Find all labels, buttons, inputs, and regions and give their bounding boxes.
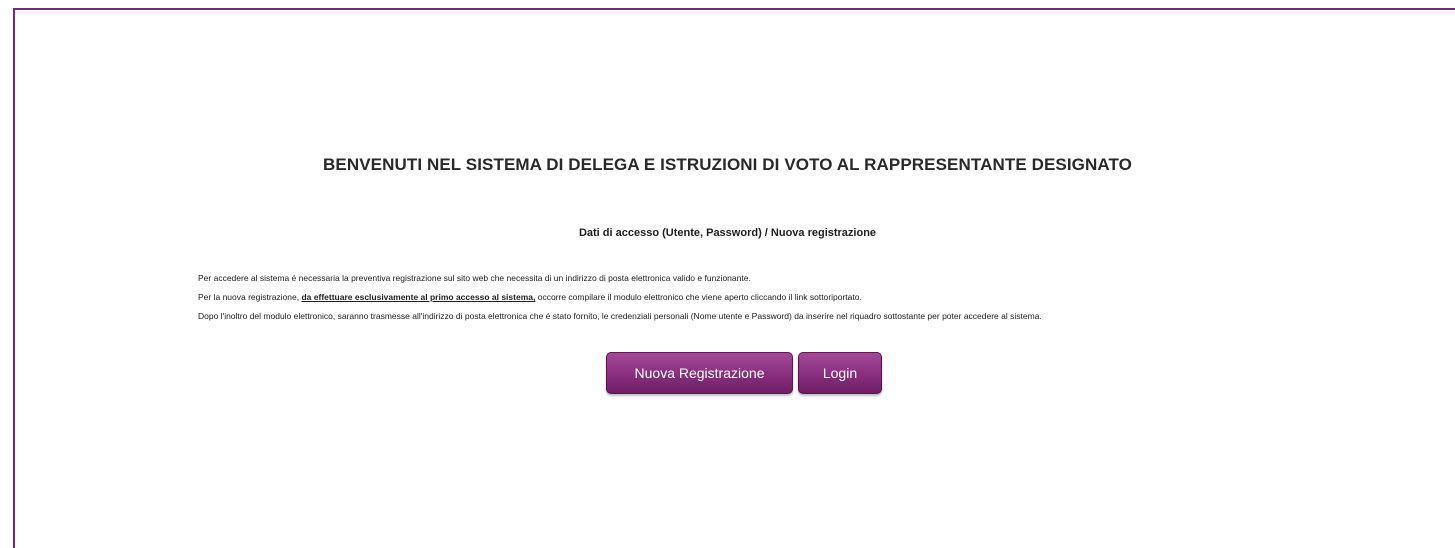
- instruction-line-1: Per accedere al sistema é necessaria la …: [198, 273, 751, 283]
- instructions: Per accedere al sistema é necessaria la …: [198, 272, 1348, 329]
- login-button[interactable]: Login: [798, 352, 882, 394]
- new-registration-button[interactable]: Nuova Registrazione: [606, 352, 793, 394]
- instruction-emphasis: da effettuare esclusivamente al primo ac…: [301, 292, 536, 302]
- action-buttons: Nuova Registrazione Login: [606, 352, 882, 394]
- instruction-line-2-end: occorre compilare il modulo elettronico …: [535, 292, 862, 302]
- instruction-line-2: Per la nuova registrazione, da effettuar…: [198, 291, 1348, 310]
- section-subtitle: Dati di accesso (Utente, Password) / Nuo…: [578, 227, 877, 239]
- page-title: BENVENUTI NEL SISTEMA DI DELEGA E ISTRUZ…: [323, 155, 1132, 174]
- instruction-line-2-start: Per la nuova registrazione,: [198, 292, 302, 302]
- instruction-line-3: Dopo l'inoltro del modulo elettronico, s…: [198, 311, 1042, 321]
